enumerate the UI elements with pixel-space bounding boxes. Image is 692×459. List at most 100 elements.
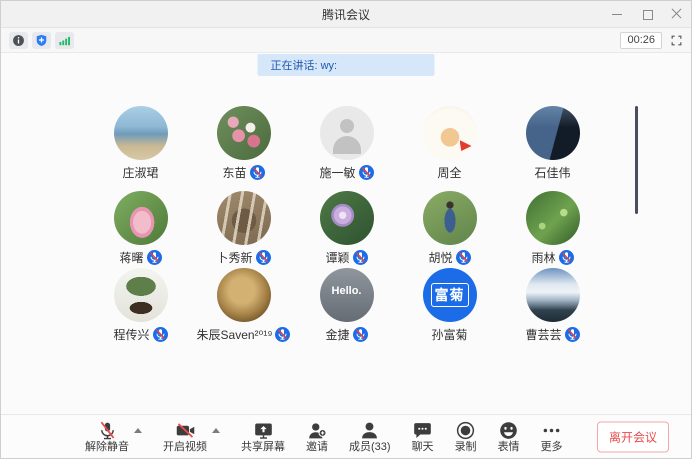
toolbar-mic-off-button[interactable]: 解除静音 [85,420,129,453]
participant-name: 程传兴 [113,326,149,343]
participant-grid: 庄淑珺 东苗 施一敏 周全 石佳伟蒋曙 卜秀新 谭颖 胡悦 雨林程传兴 朱辰Saven²⁰¹⁹ He… [89,106,605,350]
participant-tile[interactable]: 蒋曙 [89,191,192,268]
participant-tile[interactable]: 曹芸芸 [501,268,604,350]
participant-name: 卜秀新 [216,249,252,266]
speaking-banner: 正在讲话: wy: [258,54,435,76]
avatar [320,191,374,245]
participant-tile[interactable]: 周全 [398,106,501,191]
avatar: Hello. [320,268,374,322]
avatar [423,106,477,160]
avatar [526,106,580,160]
participant-name: 胡悦 [428,249,452,266]
meeting-timer: 00:26 [620,32,662,49]
toolbar-items: 解除静音 开启视频 共享屏幕 邀请 成员(33) 聊天录制 表情 更多 [85,420,563,453]
window-title: 腾讯会议 [322,6,370,23]
muted-mic-badge-icon [147,250,162,265]
avatar [217,106,271,160]
participant-tile[interactable]: 东苗 [192,106,295,191]
participant-tile[interactable]: 富菊孙富菊 [398,268,501,350]
network-status-button[interactable] [55,32,74,49]
toolbar-share-screen-button[interactable]: 共享屏幕 [241,420,285,453]
toolbar-label: 开启视频 [163,441,207,453]
participant-tile[interactable]: 朱辰Saven²⁰¹⁹ [192,268,295,350]
toolbar-invite-button[interactable]: 邀请 [306,420,328,453]
scrollbar-thumb[interactable] [635,106,638,214]
participant-tile[interactable]: Hello. 金捷 [295,268,398,350]
participant-name: 孙富菊 [431,326,467,343]
toolbar-label: 解除静音 [85,441,129,453]
toolbar-more-button[interactable]: 更多 [541,420,563,453]
toolbar-chat-button[interactable]: 聊天 [412,420,434,453]
chevron-up-icon[interactable] [212,428,220,433]
minimize-button[interactable] [611,8,623,20]
avatar-text: 富菊 [431,283,469,307]
muted-mic-badge-icon [559,250,574,265]
muted-mic-badge-icon [456,250,471,265]
toolbar-label: 邀请 [306,441,328,453]
participant-tile[interactable]: 石佳伟 [501,106,604,191]
toolbar-label: 成员(33) [349,441,391,453]
participant-tile[interactable]: 庄淑珺 [89,106,192,191]
meeting-info-button[interactable] [9,32,28,49]
participant-tile[interactable]: 施一敏 [295,106,398,191]
avatar [423,191,477,245]
avatar [114,191,168,245]
maximize-button[interactable] [641,8,653,20]
fullscreen-button[interactable] [670,34,683,47]
members-icon [359,420,380,441]
participant-name: 石佳伟 [534,164,570,181]
chevron-up-icon[interactable] [134,428,142,433]
record-icon [455,420,476,441]
participant-name: 施一敏 [319,164,355,181]
muted-mic-badge-icon [353,327,368,342]
participant-tile[interactable]: 谭颖 [295,191,398,268]
emoji-icon [498,420,519,441]
avatar [217,191,271,245]
mic-off-icon [97,420,118,441]
avatar [114,106,168,160]
participant-tile[interactable]: 雨林 [501,191,604,268]
participant-name: 朱辰Saven²⁰¹⁹ [197,326,273,343]
muted-mic-badge-icon [353,250,368,265]
muted-mic-badge-icon [256,250,271,265]
participant-name: 东苗 [222,164,246,181]
muted-mic-badge-icon [153,327,168,342]
muted-mic-badge-icon [359,165,374,180]
toolbar-record-button[interactable]: 录制 [455,420,477,453]
toolbar-emoji-button[interactable]: 表情 [498,420,520,453]
info-icon [12,34,25,47]
statusbar: 00:26 [1,28,691,53]
avatar: 富菊 [423,268,477,322]
avatar [114,268,168,322]
avatar [217,268,271,322]
camera-off-icon [175,420,196,441]
participant-tile[interactable]: 卜秀新 [192,191,295,268]
participant-name: 庄淑珺 [122,164,158,181]
participant-name: 蒋曙 [119,249,143,266]
participant-name: 雨林 [531,249,555,266]
more-icon [541,420,562,441]
participant-tile[interactable]: 程传兴 [89,268,192,350]
participant-name: 周全 [437,164,461,181]
participant-tile[interactable]: 胡悦 [398,191,501,268]
muted-mic-badge-icon [565,327,580,342]
toolbar-label: 表情 [498,441,520,453]
invite-icon [307,420,328,441]
leave-meeting-button[interactable]: 离开会议 [597,421,669,452]
avatar [526,268,580,322]
avatar [526,191,580,245]
close-button[interactable] [671,8,683,20]
avatar [320,106,374,160]
network-signal-icon [58,34,71,47]
toolbar-label: 共享屏幕 [241,441,285,453]
toolbar-label: 录制 [455,441,477,453]
participant-name: 曹芸芸 [525,326,561,343]
muted-mic-badge-icon [275,327,290,342]
participant-name: 谭颖 [325,249,349,266]
titlebar: 腾讯会议 [1,1,691,28]
toolbar-camera-off-button[interactable]: 开启视频 [163,420,207,453]
participant-name: 金捷 [325,326,349,343]
security-button[interactable] [32,32,51,49]
shield-icon [35,34,48,47]
toolbar-members-button[interactable]: 成员(33) [349,420,391,453]
